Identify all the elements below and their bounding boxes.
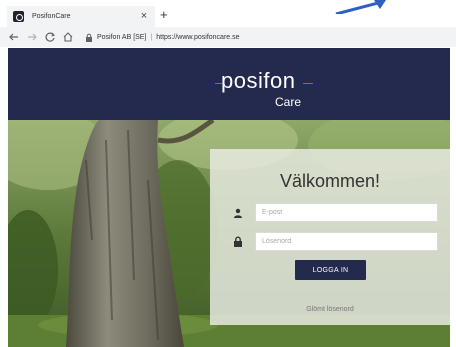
forward-icon[interactable]	[23, 31, 41, 43]
address-bar: Posifon AB [SE] | https://www.posifoncar…	[0, 27, 456, 47]
logo-subtitle: Care	[275, 95, 302, 109]
url-field[interactable]: https://www.posifoncare.se	[156, 34, 239, 41]
site-owner[interactable]: Posifon AB [SE]	[97, 34, 146, 41]
lock-icon	[228, 232, 247, 251]
new-tab-icon[interactable]: +	[160, 8, 168, 21]
close-tab-icon[interactable]: ×	[137, 11, 151, 22]
reload-icon[interactable]	[41, 31, 59, 43]
logo-wordmark: posifon	[221, 68, 296, 93]
lock-icon	[86, 33, 92, 42]
password-row	[228, 232, 438, 251]
user-icon	[228, 203, 247, 222]
decorative-arrow	[335, 0, 386, 14]
logo-accent-line	[303, 83, 313, 84]
email-field[interactable]	[255, 203, 438, 222]
url-separator: |	[150, 33, 153, 41]
welcome-heading: Välkommen!	[279, 171, 381, 191]
back-icon[interactable]	[5, 31, 23, 43]
home-icon[interactable]	[59, 31, 77, 43]
tab-title: PosifonCare	[32, 13, 71, 20]
browser-tab[interactable]: PosifonCare ×	[7, 6, 155, 27]
favicon-icon	[13, 11, 24, 22]
login-panel: Välkommen! LOGGA IN Glömt lösenord	[210, 149, 450, 325]
posifon-logo: posifon Care	[215, 68, 313, 114]
login-button[interactable]: LOGGA IN	[295, 260, 366, 280]
email-row	[228, 203, 438, 222]
forgot-password-link[interactable]: Glömt lösenord	[210, 306, 450, 313]
password-field[interactable]	[255, 232, 438, 251]
